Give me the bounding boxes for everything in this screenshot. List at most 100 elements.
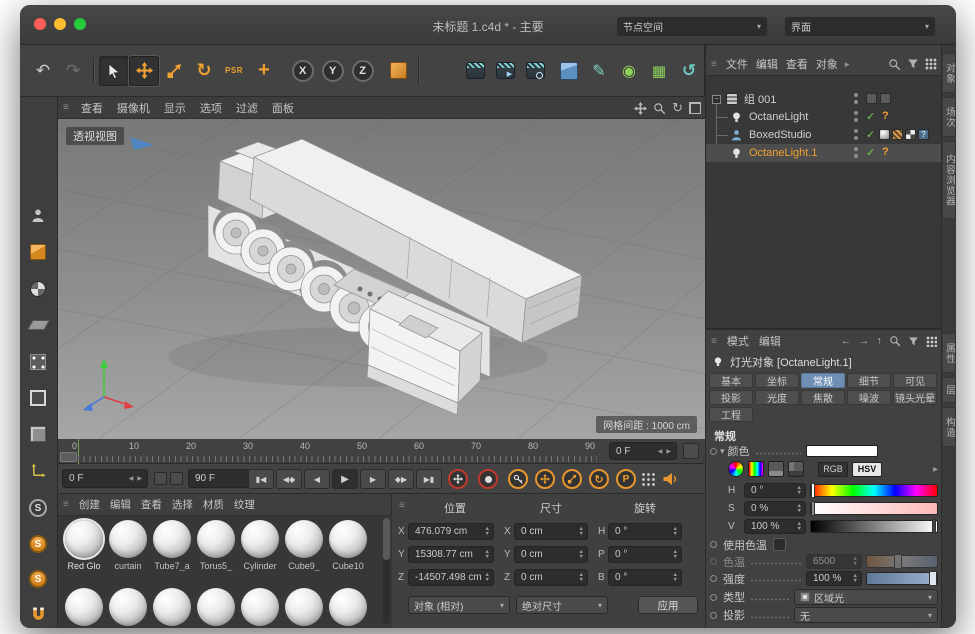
model-mode-button[interactable] — [27, 241, 49, 263]
hsv-mode-button[interactable]: HSV — [852, 462, 882, 477]
node-space-select[interactable]: 节点空间 ▾ — [617, 17, 767, 36]
materials-menu-create[interactable]: 创建 — [74, 497, 105, 512]
dock-tab-takes[interactable]: 场次 — [943, 97, 956, 137]
layout-grid-icon[interactable] — [925, 58, 937, 70]
layout-grid-icon[interactable] — [926, 336, 937, 347]
om-menu-file[interactable]: 文件 — [722, 56, 752, 72]
materials-menu-view[interactable]: 查看 — [136, 497, 167, 512]
stepper-left-icon[interactable]: ◀ — [127, 475, 136, 482]
material-item[interactable]: Torus5_ — [194, 520, 238, 571]
unknown-tag-icon[interactable]: ? — [918, 129, 929, 140]
material-item[interactable]: Cube9_ — [282, 520, 326, 571]
panel-grip-icon[interactable]: ≡ — [706, 336, 722, 347]
previous-key-button[interactable]: ◀◆ — [276, 469, 302, 489]
object-row-light-selected[interactable]: OctaneLight.1 ✓ ? — [706, 144, 942, 162]
scale-tool-button[interactable] — [159, 56, 189, 86]
color-wheel-icon[interactable] — [728, 461, 744, 477]
viewport-menu-options[interactable]: 选项 — [193, 100, 229, 116]
stepper-icon[interactable]: ▲▼ — [797, 522, 802, 531]
zoom-view-icon[interactable] — [653, 102, 666, 115]
stepper-icon[interactable]: ▲▼ — [673, 550, 678, 559]
s-value-field[interactable]: 0 %▲▼ — [744, 501, 806, 516]
size-y-field[interactable]: 0 cm▲▼ — [514, 546, 588, 563]
pan-view-icon[interactable] — [634, 102, 647, 115]
toggle-views-icon[interactable] — [689, 102, 701, 114]
object-name[interactable]: OctaneLight.1 — [749, 147, 818, 159]
polygons-mode-button[interactable] — [27, 423, 49, 445]
checker-tag-icon[interactable] — [905, 129, 916, 140]
stepper-right-icon[interactable]: ▶ — [135, 475, 144, 482]
size-x-field[interactable]: 0 cm▲▼ — [514, 523, 588, 540]
goto-start-button[interactable]: ▮◀ — [248, 469, 274, 489]
material-sphere[interactable] — [329, 588, 367, 626]
material-item[interactable]: Cylinder — [238, 520, 282, 571]
play-sound-button[interactable] — [662, 471, 678, 487]
visibility-dots[interactable] — [854, 129, 858, 140]
size-z-field[interactable]: 0 cm▲▼ — [514, 569, 588, 586]
points-mode-button[interactable] — [27, 351, 49, 373]
rotation-h-field[interactable]: 0 °▲▼ — [608, 523, 682, 540]
material-sphere[interactable] — [65, 588, 103, 626]
animation-dot-icon[interactable] — [710, 594, 717, 601]
subdivision-surface-button[interactable]: ◉ — [614, 56, 644, 86]
visibility-dots[interactable] — [854, 111, 858, 122]
key-rotation-button[interactable]: ↻ — [589, 469, 609, 489]
filter-funnel-icon[interactable] — [907, 58, 919, 70]
om-menu-view[interactable]: 查看 — [782, 56, 812, 72]
tab-caustics[interactable]: 焦散 — [801, 390, 845, 405]
add-primitive-cube-button[interactable] — [554, 56, 584, 86]
edges-mode-button[interactable] — [27, 387, 49, 409]
viewport-menu-display[interactable]: 显示 — [157, 100, 193, 116]
enabled-check-icon[interactable]: ✓ — [866, 128, 875, 141]
more-arrow-icon[interactable]: ▸ — [933, 464, 938, 475]
frame-spinner-field[interactable]: 0 F ◀ ▶ — [609, 442, 677, 460]
layer-toggle-icon[interactable] — [880, 93, 891, 104]
back-arrow-icon[interactable]: ← — [841, 335, 852, 347]
start-frame-field[interactable]: 0 F ◀ ▶ — [62, 469, 148, 488]
menu-overflow-icon[interactable]: ▸ — [842, 59, 853, 70]
lock-x-axis-button[interactable]: X — [288, 56, 318, 86]
key-scale-button[interactable] — [562, 469, 582, 489]
material-sphere[interactable] — [197, 588, 235, 626]
lock-y-axis-button[interactable]: Y — [318, 56, 348, 86]
animation-dot-icon[interactable] — [710, 541, 717, 548]
materials-menu-material[interactable]: 材质 — [198, 497, 229, 512]
render-picture-viewer-button[interactable]: ▶ — [490, 56, 520, 86]
intensity-slider[interactable] — [866, 572, 938, 585]
timeline-ruler[interactable]: 0 10 20 30 40 50 60 70 80 90 0 F ◀ ▶ — [58, 439, 705, 464]
range-mini-button[interactable] — [154, 472, 167, 485]
undo-button[interactable]: ↶ — [28, 56, 58, 86]
color-picture-icon[interactable] — [768, 461, 784, 477]
cloner-array-button[interactable]: ▦ — [644, 56, 674, 86]
viewport-menu-camera[interactable]: 摄像机 — [110, 100, 157, 116]
animation-dot-icon[interactable] — [710, 575, 717, 582]
temperature-slider[interactable] — [866, 555, 938, 568]
reset-loop-button[interactable]: ↺ — [674, 56, 704, 86]
rotation-b-field[interactable]: 0 °▲▼ — [608, 569, 682, 586]
brightness-slider[interactable] — [810, 520, 938, 533]
material-item[interactable]: Red Glo — [62, 520, 106, 571]
stepper-icon[interactable]: ▲▼ — [853, 574, 858, 583]
viewport-canvas[interactable]: 透视视图 网格间距 : 1000 cm — [58, 119, 705, 439]
material-tag-icon[interactable] — [879, 129, 890, 140]
object-row-light[interactable]: OctaneLight ✓ ? — [706, 108, 942, 126]
apply-button[interactable]: 应用 — [638, 596, 698, 614]
tab-photometric[interactable]: 光度 — [755, 390, 799, 405]
h-value-field[interactable]: 0 °▲▼ — [744, 483, 806, 498]
viewport-menu-panel[interactable]: 面板 — [265, 100, 301, 116]
stepper-icon[interactable]: ▲▼ — [673, 573, 678, 582]
stepper-icon[interactable]: ▲▼ — [485, 527, 490, 536]
stepper-icon[interactable]: ▲▼ — [485, 550, 490, 559]
redo-button[interactable]: ↷ — [58, 56, 88, 86]
position-z-field[interactable]: -14507.498 cm▲▼ — [408, 569, 494, 586]
solo-hierarchy-button[interactable]: S — [27, 568, 49, 590]
rgb-mode-button[interactable]: RGB — [818, 462, 848, 477]
animation-dot-icon[interactable] — [710, 558, 717, 565]
expander-icon[interactable]: − — [712, 95, 721, 104]
panel-grip-icon[interactable]: ≡ — [394, 500, 410, 511]
color-mixer-icon[interactable] — [788, 461, 804, 477]
position-x-field[interactable]: 476.079 cm▲▼ — [408, 523, 494, 540]
am-menu-mode[interactable]: 模式 — [722, 333, 754, 349]
visibility-dots[interactable] — [854, 147, 858, 158]
viewport-menu-view[interactable]: 查看 — [74, 100, 110, 116]
